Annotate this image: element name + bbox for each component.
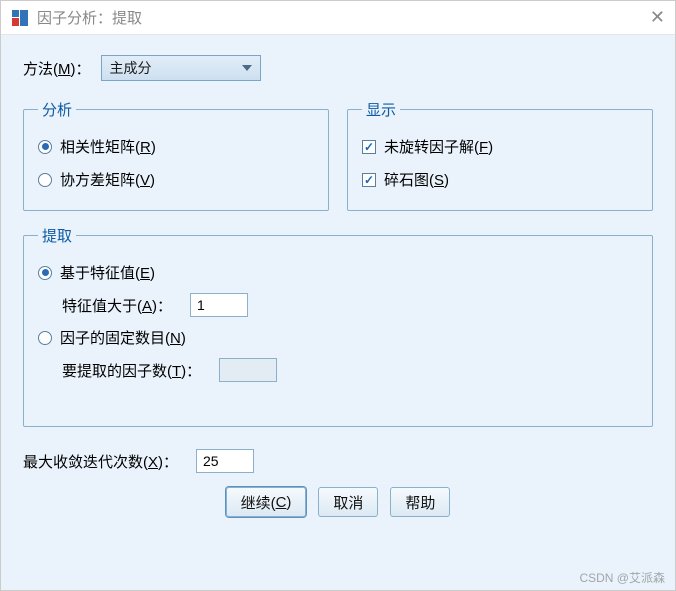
analysis-legend: 分析 bbox=[38, 99, 76, 120]
fixed-label: 因子的固定数目(N) bbox=[60, 327, 186, 348]
app-icon bbox=[11, 9, 29, 27]
display-group: 显示 未旋转因子解(F) 碎石图(S) bbox=[347, 99, 653, 211]
method-selected: 主成分 bbox=[110, 58, 152, 78]
maxiter-input[interactable] bbox=[196, 449, 254, 473]
unrotated-label: 未旋转因子解(F) bbox=[384, 136, 493, 157]
extract-group: 提取 基于特征值(E) 特征值大于(A)： 因子的固定数目(N) bbox=[23, 225, 653, 427]
help-button[interactable]: 帮助 bbox=[390, 487, 450, 517]
correlation-matrix-option[interactable]: 相关性矩阵(R) bbox=[38, 130, 314, 163]
fixed-n-row: 要提取的因子数(T)： bbox=[38, 354, 638, 386]
dialog-window: 因子分析：提取 ✕ 方法(M)： 主成分 分析 相关性矩阵(R) bbox=[0, 0, 676, 591]
scree-checkbox[interactable] bbox=[362, 173, 376, 187]
eigen-gt-input[interactable] bbox=[190, 293, 248, 317]
eigen-radio[interactable] bbox=[38, 266, 52, 280]
eigen-option[interactable]: 基于特征值(E) bbox=[38, 256, 638, 289]
fixed-radio[interactable] bbox=[38, 331, 52, 345]
continue-button[interactable]: 继续(C) bbox=[226, 487, 307, 517]
unrotated-checkbox[interactable] bbox=[362, 140, 376, 154]
dialog-content: 方法(M)： 主成分 分析 相关性矩阵(R) 协方差矩阵(V bbox=[1, 35, 675, 590]
method-dropdown[interactable]: 主成分 bbox=[101, 55, 261, 81]
dialog-title: 因子分析：提取 bbox=[37, 7, 650, 28]
fixed-n-label: 要提取的因子数(T)： bbox=[62, 360, 201, 381]
correlation-label: 相关性矩阵(R) bbox=[60, 136, 156, 157]
eigen-gt-label: 特征值大于(A)： bbox=[62, 295, 172, 316]
unrotated-option[interactable]: 未旋转因子解(F) bbox=[362, 130, 638, 163]
display-legend: 显示 bbox=[362, 99, 400, 120]
covariance-matrix-option[interactable]: 协方差矩阵(V) bbox=[38, 163, 314, 196]
eigen-label: 基于特征值(E) bbox=[60, 262, 155, 283]
method-row: 方法(M)： 主成分 bbox=[23, 55, 653, 81]
fixed-option[interactable]: 因子的固定数目(N) bbox=[38, 321, 638, 354]
extract-legend: 提取 bbox=[38, 225, 76, 246]
covariance-radio[interactable] bbox=[38, 173, 52, 187]
cancel-button[interactable]: 取消 bbox=[318, 487, 378, 517]
button-row: 继续(C) 取消 帮助 bbox=[23, 487, 653, 517]
correlation-radio[interactable] bbox=[38, 140, 52, 154]
covariance-label: 协方差矩阵(V) bbox=[60, 169, 155, 190]
analysis-group: 分析 相关性矩阵(R) 协方差矩阵(V) bbox=[23, 99, 329, 211]
watermark: CSDN @艾派森 bbox=[579, 569, 665, 586]
fixed-n-input bbox=[219, 358, 277, 382]
titlebar: 因子分析：提取 ✕ bbox=[1, 1, 675, 35]
chevron-down-icon bbox=[242, 65, 252, 71]
scree-option[interactable]: 碎石图(S) bbox=[362, 163, 638, 196]
maxiter-row: 最大收敛迭代次数(X)： bbox=[23, 449, 653, 473]
maxiter-label: 最大收敛迭代次数(X)： bbox=[23, 451, 178, 472]
close-icon[interactable]: ✕ bbox=[650, 7, 665, 28]
scree-label: 碎石图(S) bbox=[384, 169, 449, 190]
method-label: 方法(M)： bbox=[23, 58, 91, 79]
eigen-gt-row: 特征值大于(A)： bbox=[38, 289, 638, 321]
